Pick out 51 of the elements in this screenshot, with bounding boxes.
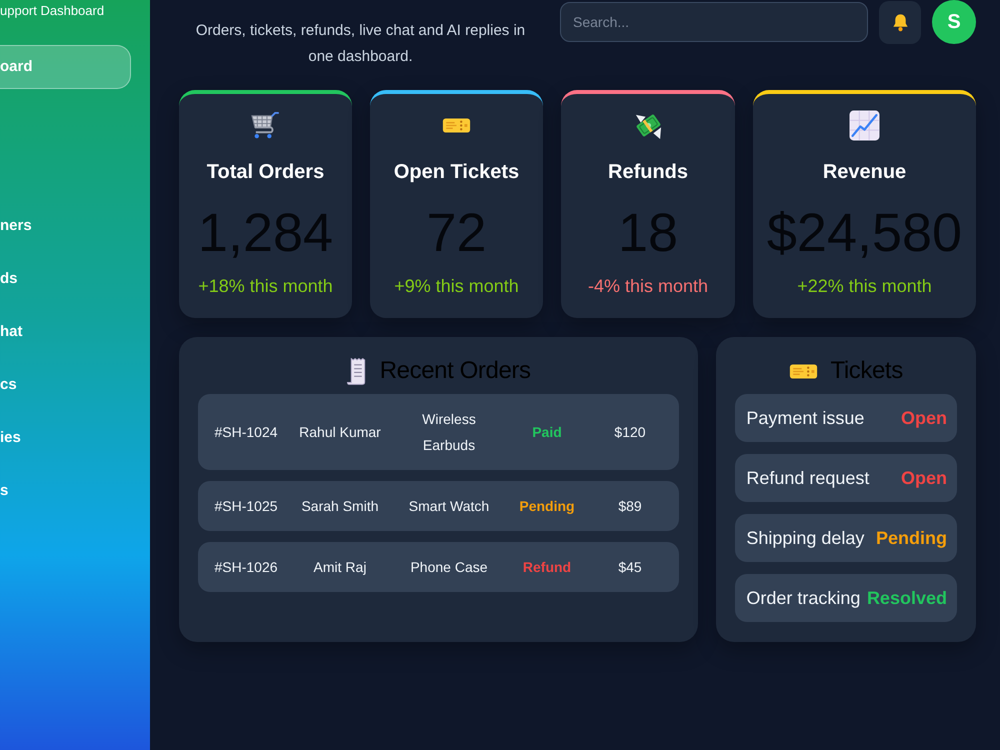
nav-item[interactable]: cs (0, 376, 17, 394)
ticket-status: Open (900, 407, 947, 430)
notifications-button[interactable] (879, 1, 921, 44)
card-title: Open Tickets (394, 160, 520, 184)
receipt-icon (346, 358, 368, 384)
card-title: Refunds (608, 160, 688, 184)
table-cell-text: $120 (613, 423, 647, 442)
search-field[interactable]: Search... (560, 2, 868, 42)
status-label: Refund (522, 558, 572, 577)
stat-change: +9% this month (394, 275, 519, 297)
ticket-status: Resolved (866, 587, 947, 610)
table-cell-text: #SH-1025 (213, 497, 279, 516)
ticket-status: Pending (876, 527, 947, 550)
ticket-title: Order tracking (746, 587, 860, 610)
panel-title: Tickets (830, 357, 903, 385)
table-cell-text: Amit Raj (312, 558, 368, 577)
table-cell-text: #SH-1024 (213, 423, 279, 442)
status-label: Paid (531, 423, 563, 442)
status-label: Pending (518, 497, 576, 516)
table-cell-text: $45 (617, 558, 643, 577)
shopping-cart-icon (251, 112, 280, 138)
ticket-title: Shipping delay (746, 527, 864, 550)
table-cell-text: Wireless Earbuds (421, 410, 477, 455)
card-title: Revenue (822, 160, 906, 184)
ticket-title: Payment issue (746, 407, 864, 430)
line-chart-icon (849, 110, 880, 140)
nav-item[interactable]: s (0, 482, 8, 500)
user-avatar[interactable]: S (932, 0, 976, 44)
table-cell-text: Sarah Smith (300, 497, 380, 516)
ticket-title: Refund request (746, 467, 870, 490)
nav-item[interactable]: ds (0, 270, 18, 288)
table-cell-text: Smart Watch (408, 497, 490, 516)
stat-change: -4% this month (588, 275, 708, 297)
table-cell-text: Rahul Kumar (298, 423, 382, 442)
card-title: Total Orders (206, 160, 324, 184)
table-cell-text: $89 (617, 497, 643, 516)
ticket-status: Open (900, 467, 947, 490)
page-subtitle: Orders, tickets, refunds, live chat and AI replies in one dashboard. (194, 21, 526, 67)
sidebar-subtitle: upport Dashboard (0, 2, 106, 19)
nav-item[interactable]: ners (0, 217, 32, 235)
ticket-icon (442, 118, 471, 132)
stat-change: +18% this month (198, 275, 333, 297)
nav-item[interactable]: hat (0, 323, 22, 341)
table-cell-text: #SH-1026 (213, 558, 279, 577)
nav-item[interactable]: oard (0, 45, 131, 89)
stat-change: +22% this month (797, 275, 932, 297)
nav-item[interactable]: ies (0, 429, 21, 447)
ticket-icon (789, 364, 818, 378)
table-cell-text: Phone Case (409, 558, 489, 577)
bell-icon (890, 13, 910, 32)
panel-title: Recent Orders (380, 357, 531, 385)
